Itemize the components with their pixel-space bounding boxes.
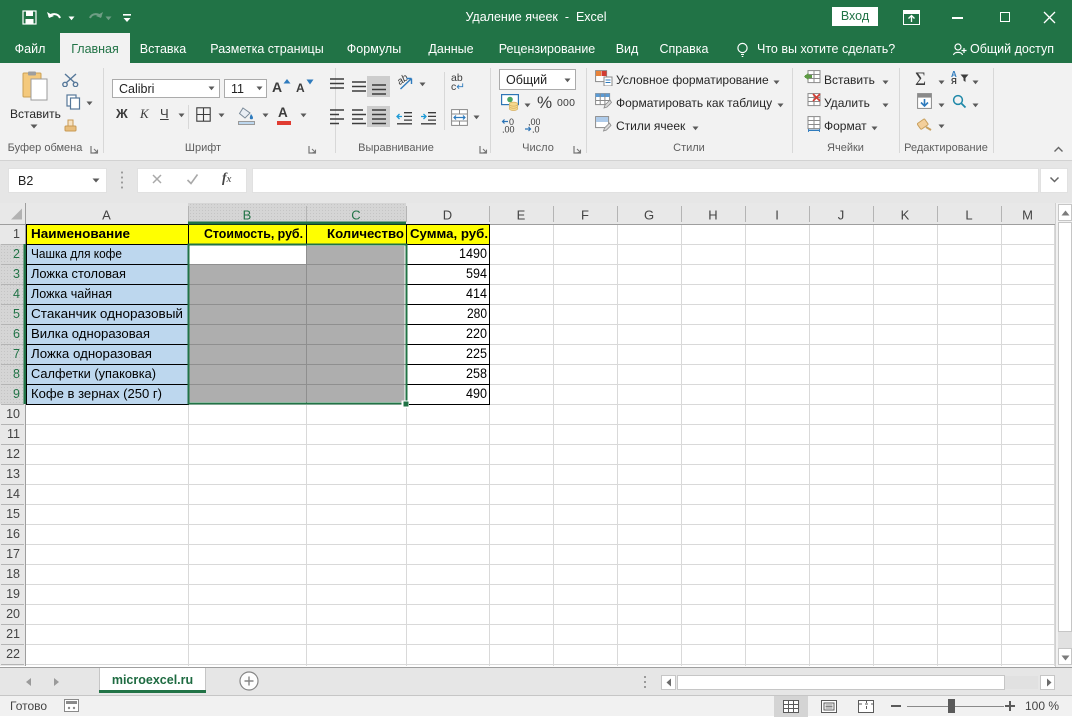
svg-text:12: 12	[6, 447, 20, 461]
svg-text:258: 258	[466, 366, 487, 381]
svg-text:20: 20	[6, 607, 20, 621]
svg-text:A: A	[102, 208, 111, 223]
svg-text:225: 225	[466, 346, 487, 361]
svg-text:15: 15	[6, 507, 20, 521]
svg-text:3: 3	[13, 267, 20, 281]
svg-text:280: 280	[467, 306, 487, 321]
svg-text:M: M	[1022, 208, 1033, 223]
svg-text:,0: ,0	[532, 125, 540, 134]
svg-text:Ложка одноразовая: Ложка одноразовая	[31, 346, 152, 361]
svg-text:Вилка одноразовая: Вилка одноразовая	[31, 326, 150, 341]
svg-text:22: 22	[6, 647, 20, 661]
svg-text:594: 594	[466, 266, 487, 281]
svg-text:Сумма, руб.: Сумма, руб.	[410, 226, 488, 241]
svg-text:Чашка для кофе: Чашка для кофе	[31, 246, 122, 261]
svg-text:9: 9	[13, 387, 20, 401]
svg-text:490: 490	[466, 386, 487, 401]
svg-text:J: J	[838, 208, 845, 223]
svg-text:I: I	[775, 208, 779, 223]
svg-text:14: 14	[6, 487, 20, 501]
svg-text:4: 4	[13, 287, 20, 301]
svg-text:C: C	[351, 208, 360, 223]
svg-text:G: G	[644, 208, 654, 223]
svg-text:H: H	[708, 208, 717, 223]
svg-text:6: 6	[13, 327, 20, 341]
svg-text:21: 21	[6, 627, 20, 641]
svg-text:414: 414	[466, 286, 487, 301]
svg-text:2: 2	[13, 247, 20, 261]
svg-text:17: 17	[6, 547, 20, 561]
svg-text:16: 16	[6, 527, 20, 541]
svg-text:1490: 1490	[459, 246, 487, 261]
svg-text:7: 7	[13, 347, 20, 361]
svg-text:18: 18	[6, 567, 20, 581]
svg-text:Наименование: Наименование	[31, 226, 130, 241]
svg-text:,00: ,00	[502, 125, 515, 134]
svg-text:D: D	[443, 208, 452, 223]
svg-text:L: L	[965, 208, 972, 223]
svg-text:Стоимость, руб.: Стоимость, руб.	[204, 226, 303, 241]
svg-text:Салфетки (упаковка): Салфетки (упаковка)	[31, 366, 156, 381]
svg-text:8: 8	[13, 367, 20, 381]
svg-text:1: 1	[13, 227, 20, 241]
svg-text:E: E	[517, 208, 526, 223]
svg-text:K: K	[901, 208, 910, 223]
svg-text:Стаканчик одноразовый: Стаканчик одноразовый	[31, 306, 183, 321]
svg-text:10: 10	[6, 407, 20, 421]
svg-text:Количество: Количество	[327, 226, 404, 241]
svg-text:Ложка чайная: Ложка чайная	[31, 286, 112, 301]
svg-text:B: B	[243, 208, 252, 223]
svg-text:13: 13	[6, 467, 20, 481]
svg-text:Кофе в зернах (250 г): Кофе в зернах (250 г)	[31, 386, 162, 401]
svg-text:5: 5	[13, 307, 20, 321]
svg-text:19: 19	[6, 587, 20, 601]
svg-text:220: 220	[466, 326, 487, 341]
svg-text:Ложка столовая: Ложка столовая	[31, 266, 126, 281]
svg-text:F: F	[581, 208, 589, 223]
svg-text:11: 11	[7, 427, 20, 441]
